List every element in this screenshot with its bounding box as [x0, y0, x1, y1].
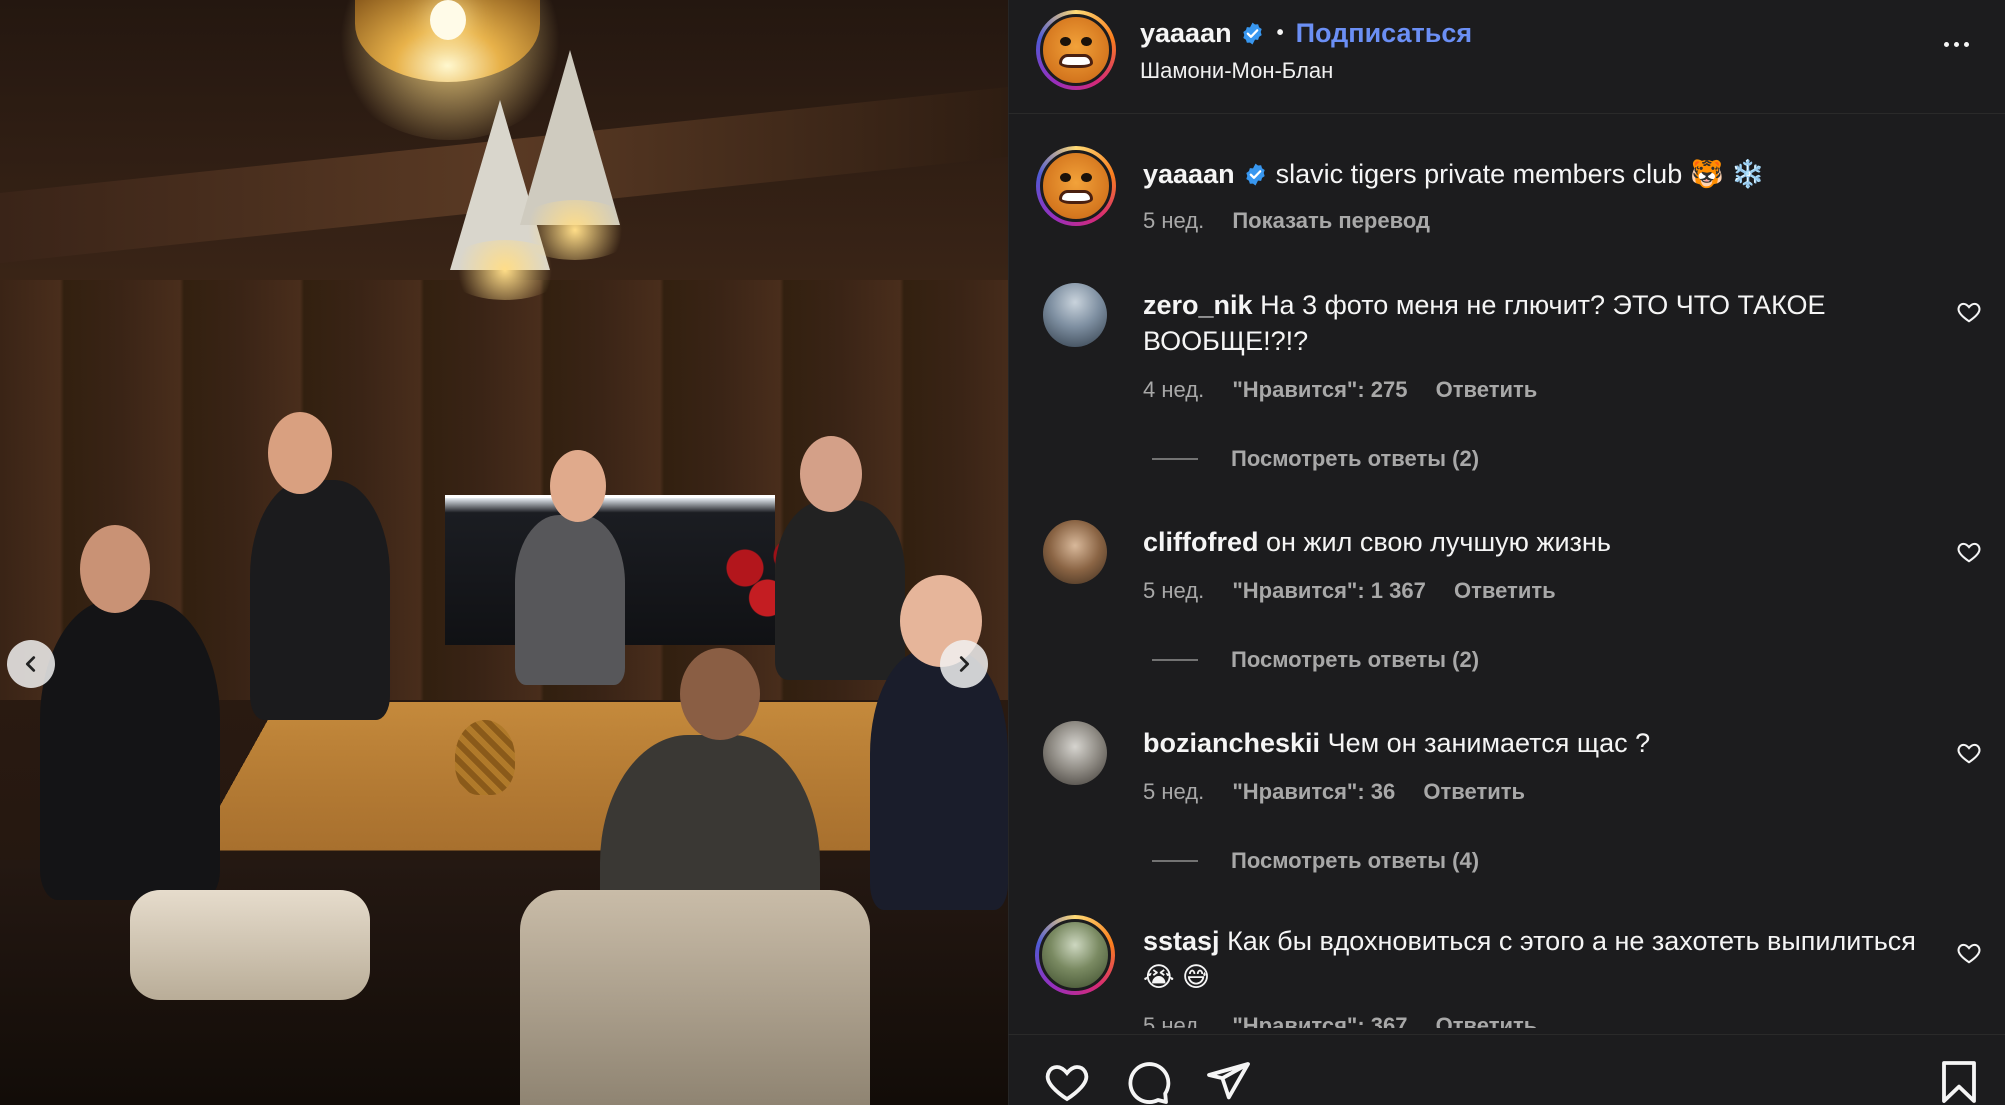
comment-body: cliffofred он жил свою лучшую жизнь [1143, 524, 1883, 560]
photo-person [250, 480, 390, 720]
photo-light-glow [515, 200, 635, 260]
comment-username[interactable]: sstasj [1143, 926, 1220, 956]
photo-person [515, 515, 625, 685]
follow-button[interactable]: Подписаться [1296, 18, 1473, 49]
view-replies-button[interactable]: Посмотреть ответы (2) [1231, 647, 1479, 673]
caption-author-avatar[interactable] [1036, 146, 1116, 226]
photo-person-head [80, 525, 150, 613]
bookmark-icon[interactable] [1935, 1058, 1983, 1105]
comment-body: bozіancheskii Чем он занимается щас ? [1143, 725, 1883, 761]
comment-emoji: 😭 😅 [1143, 962, 1211, 992]
post-caption: yaaaan slavic tigers private members clu… [1143, 158, 1765, 190]
like-heart-icon[interactable] [1043, 1058, 1091, 1105]
comment-like-heart-icon[interactable] [1956, 940, 1982, 966]
comment-meta: 4 нед. "Нравится": 275 Ответить [1143, 377, 1537, 403]
carousel-prev-button[interactable] [7, 640, 55, 688]
header-divider [1008, 113, 2005, 114]
comment-meta: 5 нед. "Нравится": 36 Ответить [1143, 779, 1525, 805]
post-viewer: yaaaan • Подписаться Шамони-Мон-Блан yaa… [0, 0, 2005, 1105]
caption-time[interactable]: 5 нед. [1143, 208, 1204, 233]
photo-person [775, 500, 905, 680]
commenter-avatar[interactable] [1043, 520, 1107, 584]
caption-emoji: 🐯 ❄️ [1690, 159, 1765, 189]
comment-likes-count[interactable]: "Нравится": 1 367 [1232, 578, 1426, 603]
reply-button[interactable]: Ответить [1454, 578, 1556, 603]
comment-time[interactable]: 5 нед. [1143, 1013, 1204, 1028]
chevron-left-icon [25, 656, 36, 672]
caption-text: slavic tigers private members club [1275, 158, 1683, 189]
chevron-right-icon [959, 656, 970, 672]
actions-divider [1008, 1034, 2005, 1035]
replies-line [1152, 458, 1198, 460]
comment-like-heart-icon[interactable] [1956, 539, 1982, 565]
comment-text: он жил свою лучшую жизнь [1266, 527, 1611, 557]
photo-person [870, 650, 1008, 910]
comment-username[interactable]: zero_nik [1143, 290, 1253, 320]
photo-pineapple [455, 720, 515, 795]
more-icon [1943, 41, 1949, 47]
replies-line [1152, 860, 1198, 862]
photo-chair [130, 890, 370, 1000]
commenter-avatar[interactable] [1035, 915, 1115, 995]
comment-time[interactable]: 4 нед. [1143, 377, 1204, 402]
comment-text: Как бы вдохновиться с этого а не захотет… [1227, 926, 1916, 956]
share-icon[interactable] [1204, 1058, 1252, 1105]
caption-meta: 5 нед. Показать перевод [1143, 208, 1430, 234]
post-author-username[interactable]: yaaaan [1140, 18, 1232, 49]
commenter-avatar[interactable] [1043, 283, 1107, 347]
separator-dot: • [1276, 22, 1284, 44]
photo-person-head [680, 648, 760, 740]
post-author-avatar[interactable] [1036, 10, 1116, 90]
verified-badge-icon [1242, 22, 1262, 45]
comment-likes-count[interactable]: "Нравится": 275 [1232, 377, 1407, 402]
photo-person-head [550, 450, 606, 522]
caption-username[interactable]: yaaaan [1143, 159, 1235, 190]
comment-meta: 5 нед. "Нравится": 1 367 Ответить [1143, 578, 1556, 604]
post-photo[interactable] [0, 0, 1008, 1105]
reply-button[interactable]: Ответить [1423, 779, 1525, 804]
post-location[interactable]: Шамони-Мон-Блан [1140, 58, 1333, 84]
comment-like-heart-icon[interactable] [1956, 299, 1982, 325]
comment-username[interactable]: bozіancheskii [1143, 728, 1320, 758]
comment-time[interactable]: 5 нед. [1143, 779, 1204, 804]
show-translation-button[interactable]: Показать перевод [1232, 208, 1430, 233]
photo-lamp [520, 50, 620, 225]
commenter-avatar[interactable] [1043, 721, 1107, 785]
comment-like-heart-icon[interactable] [1956, 740, 1982, 766]
view-replies-button[interactable]: Посмотреть ответы (2) [1231, 446, 1479, 472]
post-header: yaaaan • Подписаться [1140, 18, 1472, 49]
reply-button[interactable]: Ответить [1436, 1013, 1538, 1028]
replies-line [1152, 659, 1198, 661]
carousel-next-button[interactable] [940, 640, 988, 688]
comment-text: Чем он занимается щас ? [1327, 728, 1651, 758]
view-replies-button[interactable]: Посмотреть ответы (4) [1231, 848, 1479, 874]
photo-person [40, 600, 220, 900]
photo-person-head [800, 436, 862, 512]
comment-likes-count[interactable]: "Нравится": 367 [1232, 1013, 1407, 1028]
comment-time[interactable]: 5 нед. [1143, 578, 1204, 603]
comment-meta: 5 нед. "Нравится": 367 Ответить [1143, 1013, 1537, 1028]
comment-username[interactable]: cliffofred [1143, 527, 1259, 557]
more-options-button[interactable] [1936, 34, 1976, 54]
photo-chair [520, 890, 870, 1105]
reply-button[interactable]: Ответить [1436, 377, 1538, 402]
photo-person-head [268, 412, 332, 494]
comment-icon[interactable] [1124, 1058, 1172, 1105]
comment-body: zero_nik На 3 фото меня не глючит? ЭТО Ч… [1143, 287, 1883, 359]
comment-likes-count[interactable]: "Нравится": 36 [1232, 779, 1395, 804]
comment-body: sstasj Как бы вдохновиться с этого а не … [1143, 923, 1933, 995]
verified-badge-icon [1245, 163, 1265, 185]
